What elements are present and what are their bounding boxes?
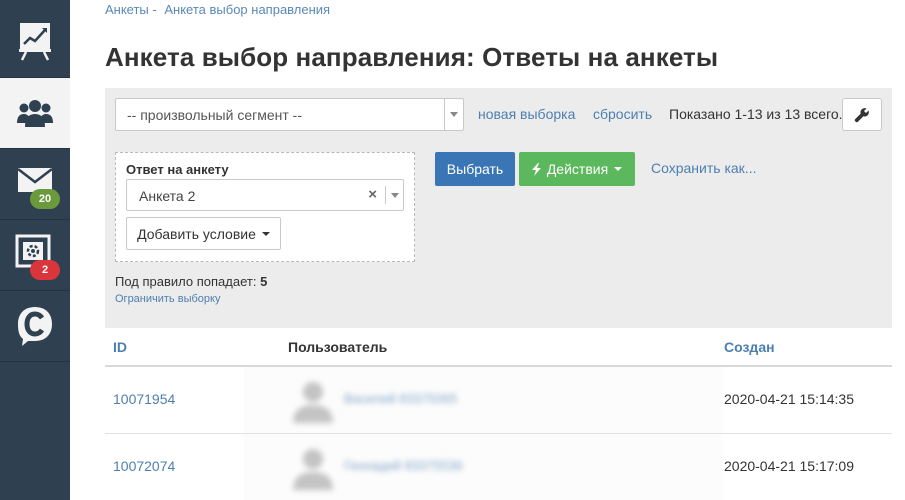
segment-select[interactable]: -- произвольный сегмент --	[115, 98, 464, 131]
survey-select[interactable]: Анкета 2 ×	[126, 179, 404, 211]
automation-count-badge: 2	[30, 260, 60, 280]
presentation-chart-icon	[19, 23, 51, 61]
sidebar: 20 2	[0, 0, 70, 500]
settings-wrench-button[interactable]	[842, 98, 882, 131]
rule-summary-count: 5	[260, 274, 268, 289]
sidebar-item-dashboard[interactable]	[0, 6, 70, 76]
user-cell: Василий 83375065	[244, 367, 722, 433]
survey-select-value: Анкета 2	[139, 188, 196, 204]
chevron-down-icon	[390, 192, 399, 198]
user-avatar-icon	[293, 449, 333, 490]
sidebar-item-mail[interactable]: 20	[0, 149, 70, 219]
user-name-link[interactable]: Геннадий 83375536	[344, 458, 463, 473]
lightning-icon	[531, 162, 541, 176]
row-created-date: 2020-04-21 15:17:09	[724, 458, 854, 474]
user-cell: Геннадий 83375536	[244, 434, 722, 500]
page-title: Анкета выбор направления: Ответы на анке…	[105, 42, 719, 72]
wrench-icon	[854, 107, 869, 122]
select-button[interactable]: Выбрать	[435, 152, 515, 186]
save-as-link[interactable]: Сохранить как...	[651, 160, 756, 176]
column-header-created[interactable]: Создан	[724, 339, 775, 355]
breadcrumb: Анкеты - Анкета выбор направления	[105, 2, 330, 17]
row-id-link[interactable]: 10072074	[113, 458, 175, 474]
chevron-down-icon	[450, 112, 458, 117]
segment-select-arrow[interactable]	[444, 99, 463, 130]
condition-title: Ответ на анкету	[126, 162, 229, 177]
clear-icon[interactable]: ×	[368, 186, 377, 203]
breadcrumb-separator: -	[152, 2, 157, 17]
row-created-date: 2020-04-21 15:14:35	[724, 391, 854, 407]
new-selection-link[interactable]: новая выборка	[478, 106, 575, 122]
survey-select-arrow[interactable]	[385, 186, 403, 204]
sidebar-item-chat[interactable]	[0, 291, 70, 361]
sidebar-item-users[interactable]	[0, 78, 70, 148]
actions-dropdown-button[interactable]: Действия	[519, 152, 635, 186]
caret-down-icon	[614, 167, 623, 171]
results-count-text: Показано 1-13 из 13 всего.	[669, 106, 843, 122]
user-name-link[interactable]: Василий 83375065	[344, 391, 457, 406]
user-avatar-icon	[293, 382, 333, 423]
reset-link[interactable]: сбросить	[593, 106, 652, 122]
rule-summary-label: Под правило попадает:	[115, 274, 257, 289]
row-id-link[interactable]: 10071954	[113, 391, 175, 407]
add-condition-button[interactable]: Добавить условие	[126, 217, 281, 250]
actions-button-label: Действия	[546, 161, 609, 177]
column-header-user: Пользователь	[288, 339, 388, 355]
add-condition-label: Добавить условие	[137, 225, 256, 242]
limit-selection-link[interactable]: Ограничить выборку	[115, 293, 220, 305]
breadcrumb-link-surveys[interactable]: Анкеты	[105, 2, 149, 17]
breadcrumb-link-current[interactable]: Анкета выбор направления	[164, 2, 330, 17]
select-button-label: Выбрать	[446, 161, 504, 177]
sidebar-item-automation[interactable]: 2	[0, 220, 70, 290]
column-header-id[interactable]: ID	[113, 339, 127, 355]
users-group-icon	[17, 100, 53, 127]
rule-summary: Под правило попадает: 5	[115, 274, 267, 289]
mail-count-badge: 20	[30, 189, 60, 209]
caret-down-icon	[261, 231, 270, 236]
segment-select-value: -- произвольный сегмент --	[127, 107, 302, 123]
chat-c-icon	[18, 307, 52, 346]
